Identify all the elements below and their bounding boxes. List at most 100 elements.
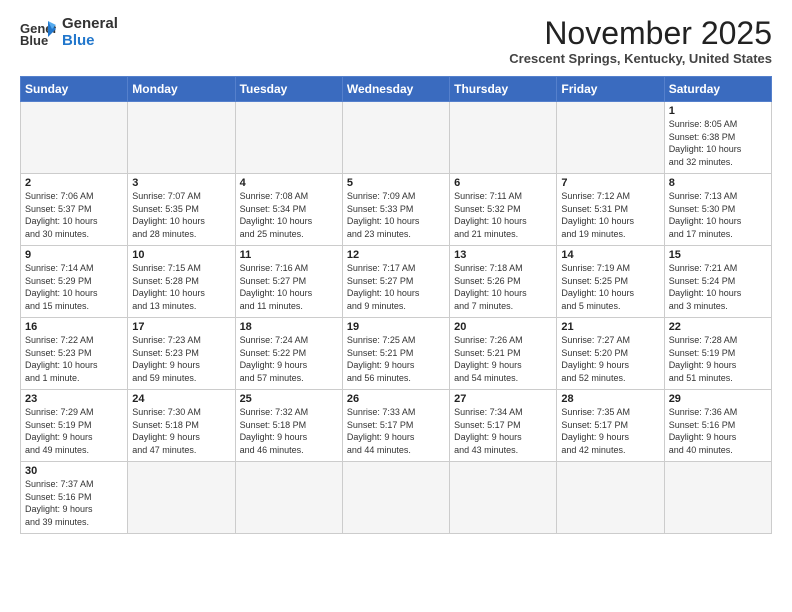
calendar-cell: 19Sunrise: 7:25 AM Sunset: 5:21 PM Dayli… bbox=[342, 318, 449, 390]
calendar-cell: 16Sunrise: 7:22 AM Sunset: 5:23 PM Dayli… bbox=[21, 318, 128, 390]
day-number: 13 bbox=[454, 249, 552, 261]
calendar-cell: 20Sunrise: 7:26 AM Sunset: 5:21 PM Dayli… bbox=[450, 318, 557, 390]
day-info: Sunrise: 7:06 AM Sunset: 5:37 PM Dayligh… bbox=[25, 190, 123, 240]
calendar-cell bbox=[21, 102, 128, 174]
calendar-cell bbox=[557, 102, 664, 174]
day-number: 1 bbox=[669, 105, 767, 117]
day-number: 19 bbox=[347, 321, 445, 333]
day-number: 23 bbox=[25, 393, 123, 405]
day-number: 21 bbox=[561, 321, 659, 333]
day-number: 24 bbox=[132, 393, 230, 405]
calendar-cell: 15Sunrise: 7:21 AM Sunset: 5:24 PM Dayli… bbox=[664, 246, 771, 318]
calendar-cell: 30Sunrise: 7:37 AM Sunset: 5:16 PM Dayli… bbox=[21, 462, 128, 534]
day-info: Sunrise: 7:12 AM Sunset: 5:31 PM Dayligh… bbox=[561, 190, 659, 240]
calendar-cell bbox=[342, 462, 449, 534]
header: General Blue General Blue November 2025 … bbox=[20, 16, 772, 66]
day-number: 7 bbox=[561, 177, 659, 189]
header-tuesday: Tuesday bbox=[235, 77, 342, 102]
day-number: 9 bbox=[25, 249, 123, 261]
calendar-cell: 9Sunrise: 7:14 AM Sunset: 5:29 PM Daylig… bbox=[21, 246, 128, 318]
day-number: 6 bbox=[454, 177, 552, 189]
header-wednesday: Wednesday bbox=[342, 77, 449, 102]
calendar-week-4: 23Sunrise: 7:29 AM Sunset: 5:19 PM Dayli… bbox=[21, 390, 772, 462]
day-info: Sunrise: 7:22 AM Sunset: 5:23 PM Dayligh… bbox=[25, 334, 123, 384]
day-number: 3 bbox=[132, 177, 230, 189]
svg-text:Blue: Blue bbox=[20, 33, 48, 47]
location: Crescent Springs, Kentucky, United State… bbox=[509, 51, 772, 66]
day-number: 29 bbox=[669, 393, 767, 405]
day-number: 25 bbox=[240, 393, 338, 405]
day-info: Sunrise: 7:19 AM Sunset: 5:25 PM Dayligh… bbox=[561, 262, 659, 312]
day-number: 2 bbox=[25, 177, 123, 189]
calendar-cell bbox=[128, 102, 235, 174]
day-info: Sunrise: 7:07 AM Sunset: 5:35 PM Dayligh… bbox=[132, 190, 230, 240]
title-area: November 2025 Crescent Springs, Kentucky… bbox=[509, 16, 772, 66]
calendar-cell: 24Sunrise: 7:30 AM Sunset: 5:18 PM Dayli… bbox=[128, 390, 235, 462]
calendar-cell bbox=[235, 102, 342, 174]
day-number: 17 bbox=[132, 321, 230, 333]
day-info: Sunrise: 7:29 AM Sunset: 5:19 PM Dayligh… bbox=[25, 406, 123, 456]
calendar-header-row: SundayMondayTuesdayWednesdayThursdayFrid… bbox=[21, 77, 772, 102]
day-info: Sunrise: 7:11 AM Sunset: 5:32 PM Dayligh… bbox=[454, 190, 552, 240]
calendar-cell: 21Sunrise: 7:27 AM Sunset: 5:20 PM Dayli… bbox=[557, 318, 664, 390]
day-info: Sunrise: 7:21 AM Sunset: 5:24 PM Dayligh… bbox=[669, 262, 767, 312]
day-number: 22 bbox=[669, 321, 767, 333]
header-saturday: Saturday bbox=[664, 77, 771, 102]
day-number: 15 bbox=[669, 249, 767, 261]
calendar-cell: 17Sunrise: 7:23 AM Sunset: 5:23 PM Dayli… bbox=[128, 318, 235, 390]
day-number: 4 bbox=[240, 177, 338, 189]
calendar-cell: 29Sunrise: 7:36 AM Sunset: 5:16 PM Dayli… bbox=[664, 390, 771, 462]
calendar-cell: 3Sunrise: 7:07 AM Sunset: 5:35 PM Daylig… bbox=[128, 174, 235, 246]
header-monday: Monday bbox=[128, 77, 235, 102]
calendar-cell: 6Sunrise: 7:11 AM Sunset: 5:32 PM Daylig… bbox=[450, 174, 557, 246]
calendar-cell: 27Sunrise: 7:34 AM Sunset: 5:17 PM Dayli… bbox=[450, 390, 557, 462]
calendar-cell bbox=[450, 102, 557, 174]
day-info: Sunrise: 7:23 AM Sunset: 5:23 PM Dayligh… bbox=[132, 334, 230, 384]
day-number: 18 bbox=[240, 321, 338, 333]
day-number: 8 bbox=[669, 177, 767, 189]
calendar-week-0: 1Sunrise: 8:05 AM Sunset: 6:38 PM Daylig… bbox=[21, 102, 772, 174]
day-number: 14 bbox=[561, 249, 659, 261]
day-info: Sunrise: 7:15 AM Sunset: 5:28 PM Dayligh… bbox=[132, 262, 230, 312]
header-thursday: Thursday bbox=[450, 77, 557, 102]
day-info: Sunrise: 7:25 AM Sunset: 5:21 PM Dayligh… bbox=[347, 334, 445, 384]
day-info: Sunrise: 7:37 AM Sunset: 5:16 PM Dayligh… bbox=[25, 478, 123, 528]
day-info: Sunrise: 7:26 AM Sunset: 5:21 PM Dayligh… bbox=[454, 334, 552, 384]
day-info: Sunrise: 7:34 AM Sunset: 5:17 PM Dayligh… bbox=[454, 406, 552, 456]
calendar-cell bbox=[342, 102, 449, 174]
calendar-week-1: 2Sunrise: 7:06 AM Sunset: 5:37 PM Daylig… bbox=[21, 174, 772, 246]
day-info: Sunrise: 7:35 AM Sunset: 5:17 PM Dayligh… bbox=[561, 406, 659, 456]
logo: General Blue General Blue bbox=[20, 16, 118, 49]
header-friday: Friday bbox=[557, 77, 664, 102]
calendar-cell: 8Sunrise: 7:13 AM Sunset: 5:30 PM Daylig… bbox=[664, 174, 771, 246]
calendar-week-5: 30Sunrise: 7:37 AM Sunset: 5:16 PM Dayli… bbox=[21, 462, 772, 534]
calendar-cell: 14Sunrise: 7:19 AM Sunset: 5:25 PM Dayli… bbox=[557, 246, 664, 318]
calendar-cell: 10Sunrise: 7:15 AM Sunset: 5:28 PM Dayli… bbox=[128, 246, 235, 318]
day-info: Sunrise: 7:27 AM Sunset: 5:20 PM Dayligh… bbox=[561, 334, 659, 384]
calendar-cell: 5Sunrise: 7:09 AM Sunset: 5:33 PM Daylig… bbox=[342, 174, 449, 246]
header-sunday: Sunday bbox=[21, 77, 128, 102]
month-title: November 2025 bbox=[509, 16, 772, 51]
day-info: Sunrise: 7:33 AM Sunset: 5:17 PM Dayligh… bbox=[347, 406, 445, 456]
calendar-cell: 13Sunrise: 7:18 AM Sunset: 5:26 PM Dayli… bbox=[450, 246, 557, 318]
day-number: 16 bbox=[25, 321, 123, 333]
calendar-cell bbox=[128, 462, 235, 534]
calendar-cell: 28Sunrise: 7:35 AM Sunset: 5:17 PM Dayli… bbox=[557, 390, 664, 462]
calendar-cell bbox=[557, 462, 664, 534]
day-number: 12 bbox=[347, 249, 445, 261]
generalblue-logo-icon: General Blue bbox=[20, 19, 56, 47]
calendar-cell: 18Sunrise: 7:24 AM Sunset: 5:22 PM Dayli… bbox=[235, 318, 342, 390]
day-info: Sunrise: 7:24 AM Sunset: 5:22 PM Dayligh… bbox=[240, 334, 338, 384]
calendar-cell: 26Sunrise: 7:33 AM Sunset: 5:17 PM Dayli… bbox=[342, 390, 449, 462]
calendar-cell: 22Sunrise: 7:28 AM Sunset: 5:19 PM Dayli… bbox=[664, 318, 771, 390]
calendar: SundayMondayTuesdayWednesdayThursdayFrid… bbox=[20, 76, 772, 534]
day-info: Sunrise: 7:08 AM Sunset: 5:34 PM Dayligh… bbox=[240, 190, 338, 240]
calendar-week-3: 16Sunrise: 7:22 AM Sunset: 5:23 PM Dayli… bbox=[21, 318, 772, 390]
day-info: Sunrise: 7:16 AM Sunset: 5:27 PM Dayligh… bbox=[240, 262, 338, 312]
logo-general: General bbox=[62, 16, 118, 33]
day-number: 30 bbox=[25, 465, 123, 477]
day-number: 5 bbox=[347, 177, 445, 189]
day-info: Sunrise: 7:13 AM Sunset: 5:30 PM Dayligh… bbox=[669, 190, 767, 240]
day-info: Sunrise: 7:09 AM Sunset: 5:33 PM Dayligh… bbox=[347, 190, 445, 240]
day-info: Sunrise: 7:17 AM Sunset: 5:27 PM Dayligh… bbox=[347, 262, 445, 312]
